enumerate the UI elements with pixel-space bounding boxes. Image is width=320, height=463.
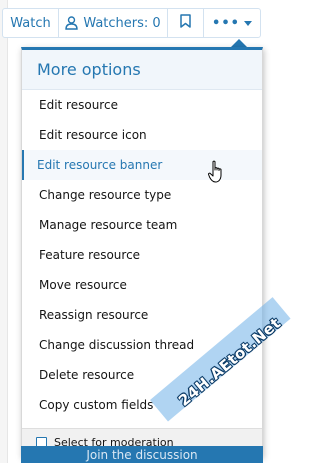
menu-arrow — [231, 39, 247, 47]
menu-title: More options — [22, 50, 262, 90]
menu-item-change-resource-type[interactable]: Change resource type — [22, 180, 262, 210]
resource-toolbar: Watch Watchers: 0 ••• — [2, 8, 262, 38]
menu-item-edit-resource-icon[interactable]: Edit resource icon — [22, 120, 262, 150]
join-discussion-label: Join the discussion — [86, 448, 198, 462]
menu-item-copy-custom-fields[interactable]: Copy custom fields — [22, 390, 262, 420]
menu-item-move-resource[interactable]: Move resource — [22, 270, 262, 300]
hand-cursor-icon — [208, 160, 226, 188]
caret-down-icon — [243, 20, 252, 26]
watch-button[interactable]: Watch — [2, 8, 59, 38]
menu-item-manage-resource-team[interactable]: Manage resource team — [22, 210, 262, 240]
watch-label: Watch — [10, 15, 51, 31]
join-discussion-button[interactable]: Join the discussion — [21, 446, 263, 463]
bookmark-button[interactable] — [167, 8, 204, 38]
ellipsis-icon: ••• — [212, 15, 240, 31]
bookmark-icon — [180, 14, 191, 32]
menu-item-edit-resource[interactable]: Edit resource — [22, 90, 262, 120]
menu-item-feature-resource[interactable]: Feature resource — [22, 240, 262, 270]
more-options-button[interactable]: ••• — [203, 8, 261, 38]
menu-item-reassign-resource[interactable]: Reassign resource — [22, 300, 262, 330]
watchers-label: Watchers: 0 — [83, 15, 161, 31]
menu-item-edit-resource-banner[interactable]: Edit resource banner — [22, 150, 262, 180]
page-edge — [0, 0, 8, 463]
more-options-menu: More options Edit resource Edit resource… — [21, 47, 263, 457]
watchers-button[interactable]: Watchers: 0 — [58, 8, 168, 38]
user-icon — [65, 16, 79, 30]
